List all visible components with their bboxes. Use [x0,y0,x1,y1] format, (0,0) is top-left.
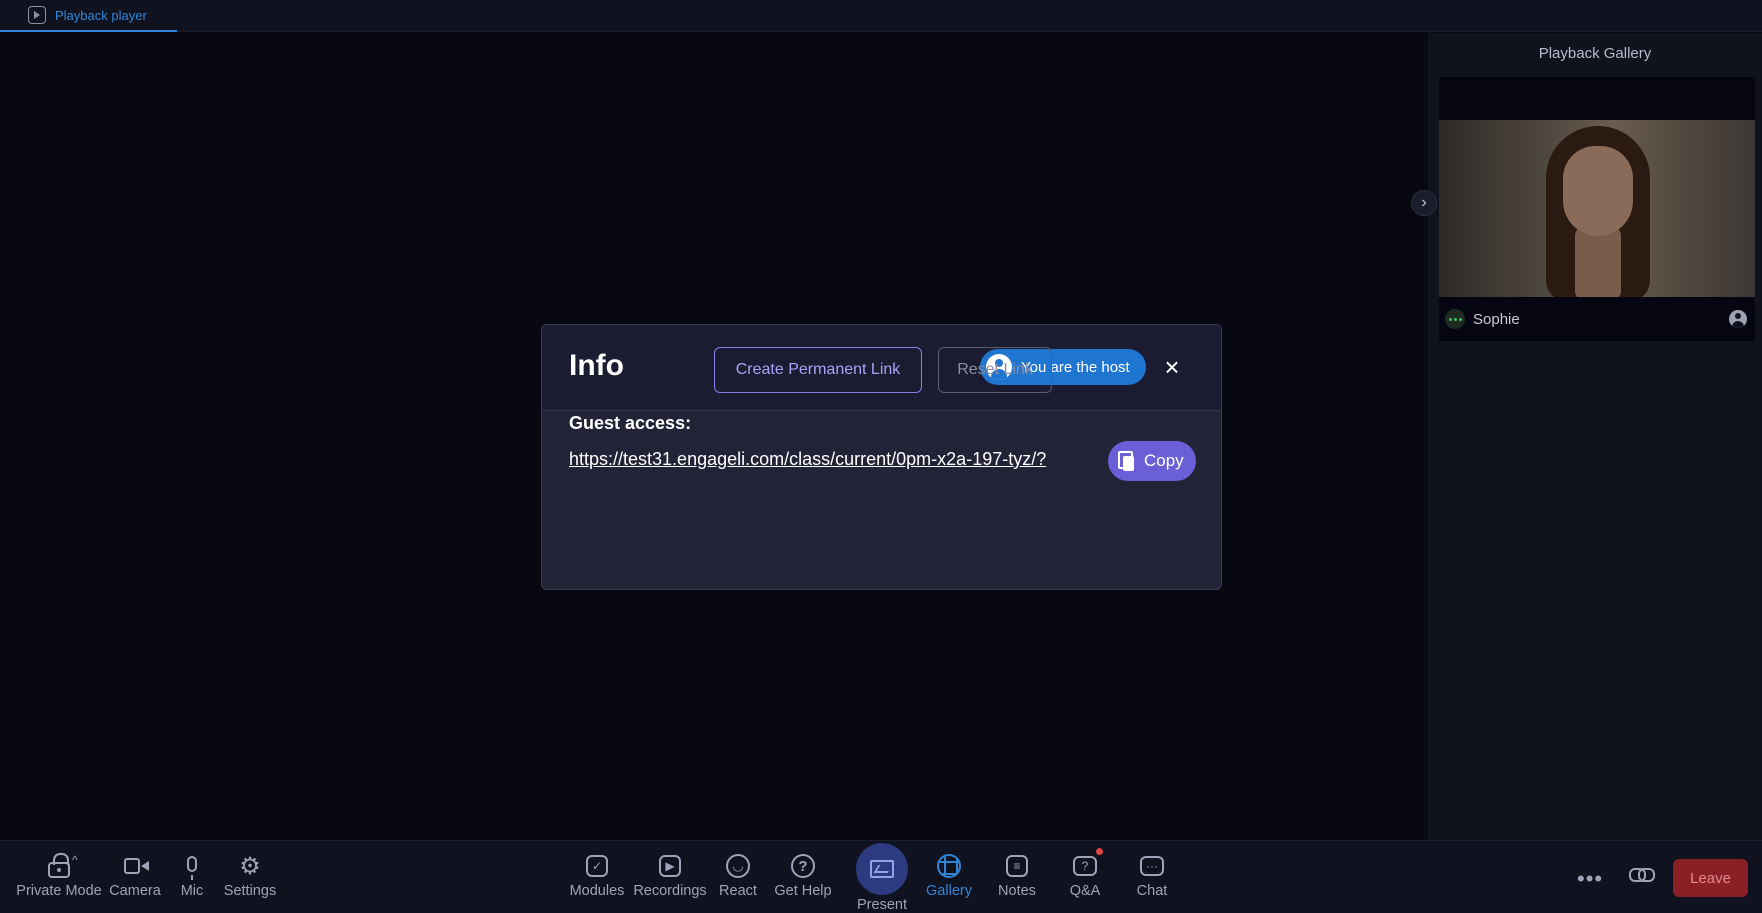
leave-button[interactable]: Leave [1673,859,1748,897]
lock-icon [46,853,72,879]
get-help-label: Get Help [774,883,832,899]
modules-button[interactable]: ✓ Modules [568,841,626,913]
chat-label: Chat [1136,883,1168,899]
notification-dot [1096,848,1103,855]
guest-access-label: Guest access: [569,413,692,433]
notes-button[interactable]: ≡ Notes [993,841,1041,913]
info-dialog-body: Create Permanent Link Reset Link Guest a… [542,325,1221,505]
present-button[interactable]: Present [855,843,909,913]
participant-video [1439,120,1755,297]
recordings-icon: ▶ [657,853,683,879]
notes-icon: ≡ [1004,853,1030,879]
qa-button[interactable]: ? Q&A [1067,841,1103,913]
camera-button[interactable]: Camera [108,841,162,913]
camera-icon [122,853,149,879]
mic-label: Mic [180,883,204,899]
mic-icon [179,853,205,880]
create-permanent-link-button[interactable]: Create Permanent Link [714,347,922,393]
gear-icon: ⚙ [239,852,261,880]
gallery-button[interactable]: Gallery [922,841,976,913]
chat-button[interactable]: ··· Chat [1134,841,1170,913]
reset-link-button[interactable]: Reset Link [938,347,1052,393]
connection-signal-icon [1445,309,1465,329]
settings-button[interactable]: ⚙ Settings [222,841,278,913]
copy-label: Copy [1144,451,1184,470]
camera-label: Camera [109,883,161,899]
present-icon [870,860,894,878]
copy-link-button[interactable]: Copy [1108,441,1196,481]
play-icon [28,6,46,24]
settings-label: Settings [223,883,277,899]
get-help-button[interactable]: ? Get Help [772,841,834,913]
chevron-right-icon: › [1421,194,1427,211]
smile-icon: ◡ [725,853,751,879]
react-label: React [719,883,757,899]
link-icon[interactable] [1629,868,1655,882]
gallery-title: Playback Gallery [1538,45,1652,62]
more-options-icon[interactable]: ••• [1577,866,1603,892]
tab-playback-player[interactable]: Playback player [0,0,177,32]
modules-icon: ✓ [584,853,610,879]
qa-label: Q&A [1069,883,1101,899]
participant-name: Sophie [1473,310,1520,328]
modules-label: Modules [569,883,625,899]
video-figure-face [1563,146,1633,236]
mic-button[interactable]: Mic [176,841,208,913]
notes-label: Notes [998,883,1036,899]
info-dialog: Info You are the host × Create Permanent… [541,324,1222,590]
tab-bar: Playback player [0,0,1762,32]
react-button[interactable]: ◡ React [716,841,760,913]
grid-icon [936,853,962,879]
present-button-circle [856,843,908,895]
qa-icon: ? [1072,848,1103,879]
chat-icon: ··· [1139,853,1165,879]
help-icon: ? [790,853,816,879]
gallery-label: Gallery [926,883,972,899]
private-mode-button[interactable]: Private Mode [14,841,104,913]
tab-label: Playback player [55,7,147,23]
participant-role-icon [1729,310,1747,328]
collapse-gallery-button[interactable]: › [1411,190,1437,216]
guest-access-link[interactable]: https://test31.engageli.com/class/curren… [569,449,1046,470]
chevron-up-icon[interactable]: ^ [72,853,78,867]
copy-icon [1118,451,1134,471]
participant-tile[interactable]: Sophie [1439,77,1755,341]
recordings-button[interactable]: ▶ Recordings [633,841,707,913]
video-figure-neck [1575,226,1621,297]
present-label: Present [857,897,907,913]
recordings-label: Recordings [633,883,707,899]
participant-footer: Sophie [1439,297,1755,341]
private-mode-label: Private Mode [16,883,102,899]
